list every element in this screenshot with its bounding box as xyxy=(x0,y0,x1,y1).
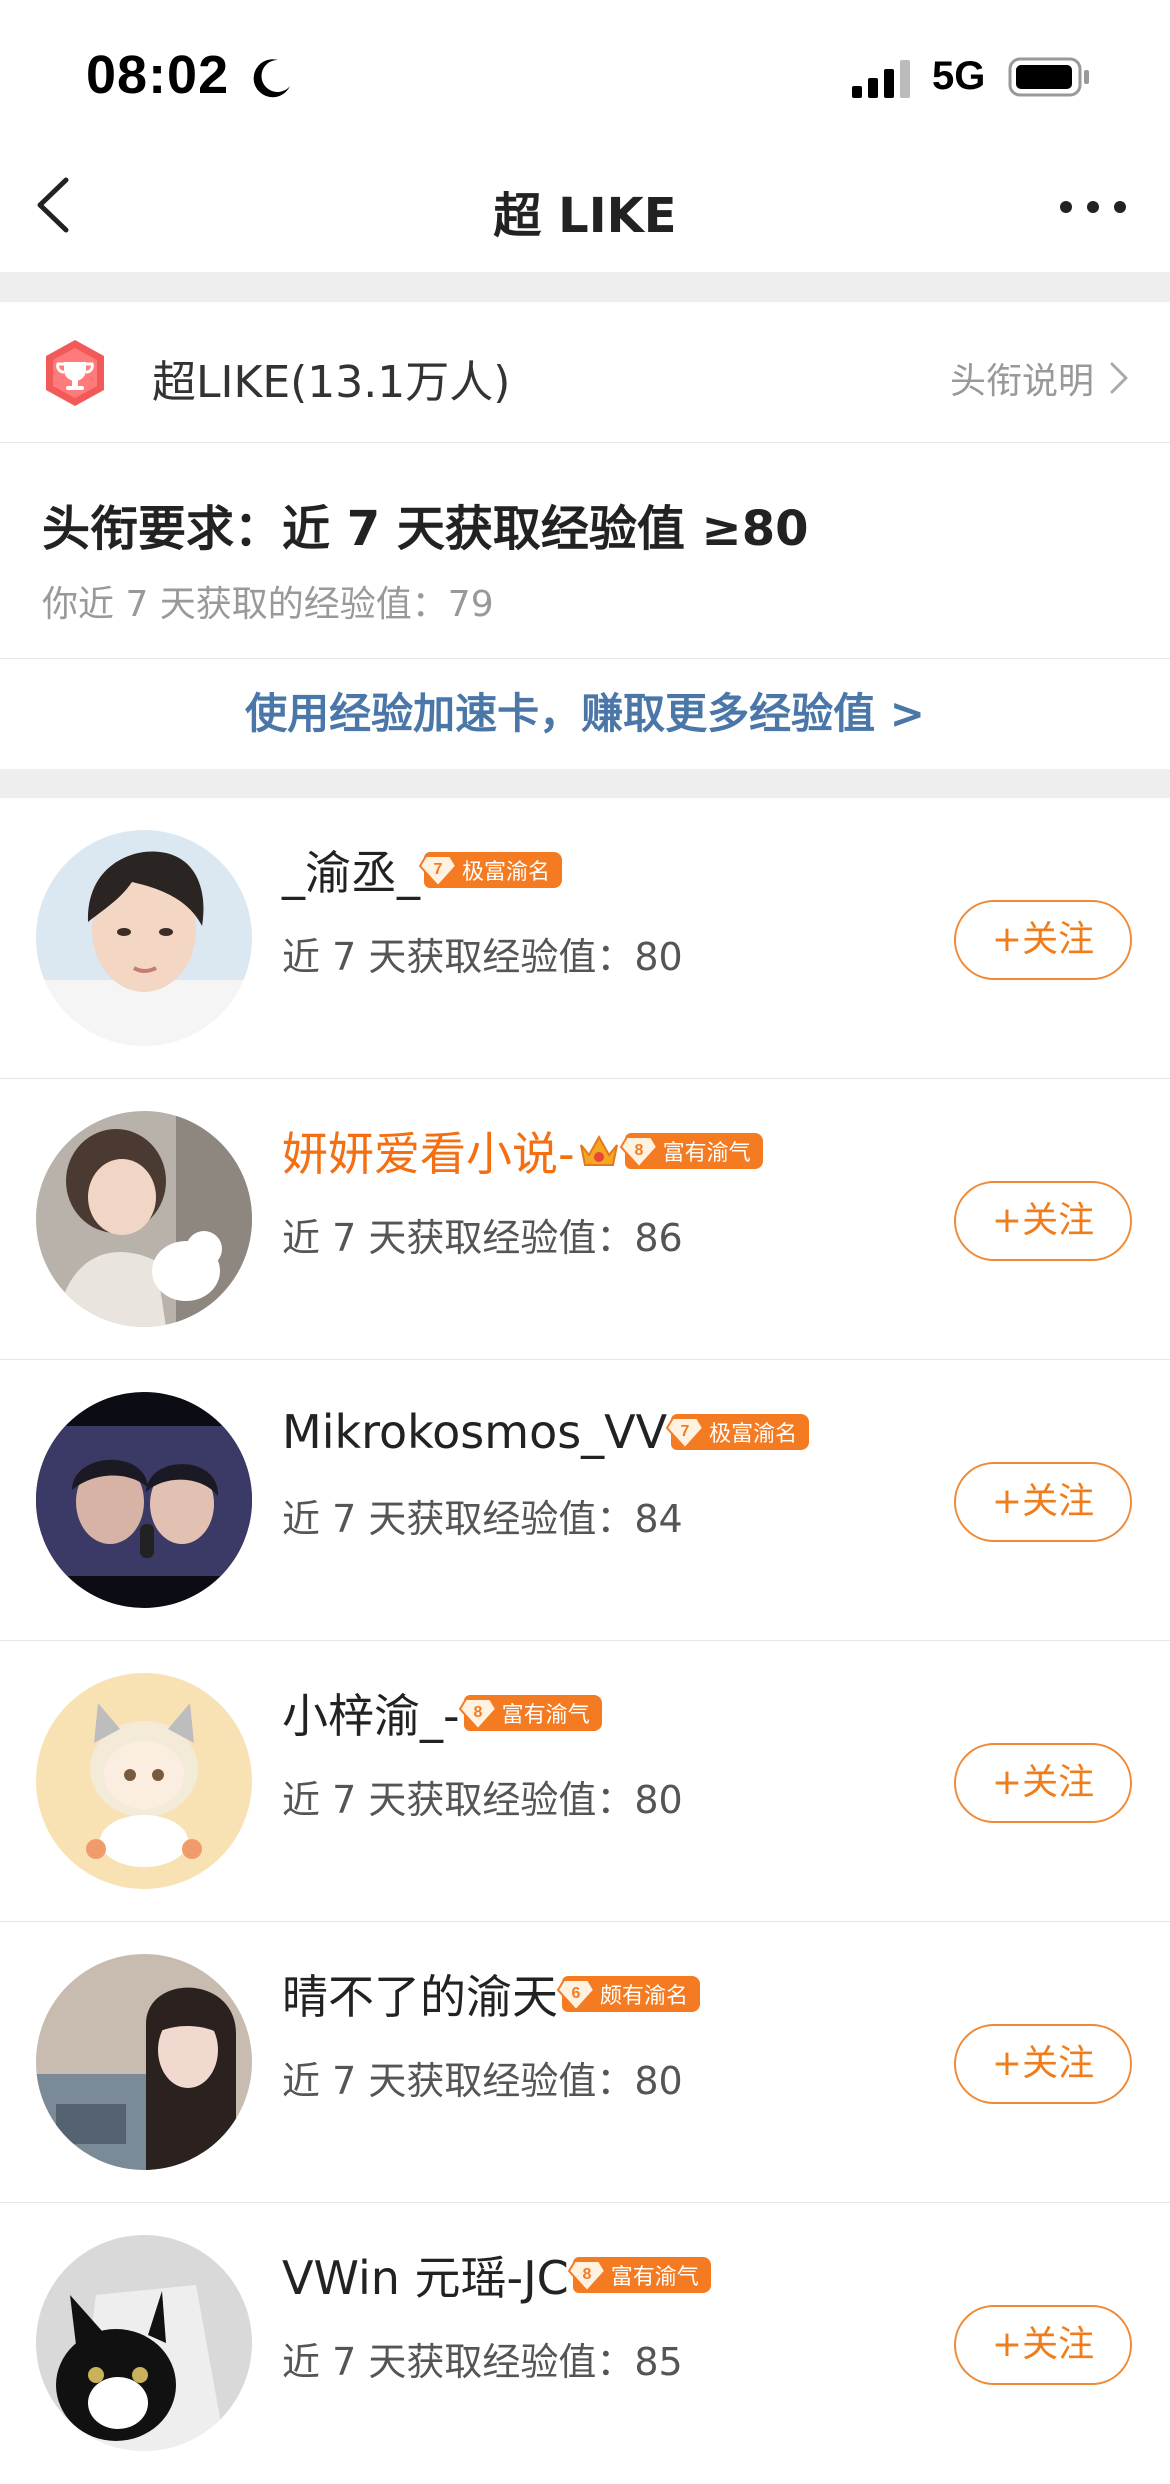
user-name-line: 晴不了的渝天 6 颇有渝名 xyxy=(282,1961,701,2027)
level-badge: 6 颇有渝名 xyxy=(556,1976,701,2012)
user-exp: 近 7 天获取经验值：80 xyxy=(282,935,683,979)
level-title: 富有渝气 xyxy=(662,1141,751,1166)
follow-button[interactable]: +关注 xyxy=(954,1462,1132,1542)
avatar[interactable] xyxy=(36,2235,252,2451)
level-gem-icon: 7 xyxy=(418,855,458,888)
user-name-line: Mikrokosmos_VV 7 极富渝名 xyxy=(282,1400,810,1464)
title-label: 超LIKE(13.1万人) xyxy=(152,357,511,408)
level-number: 6 xyxy=(572,1985,581,2002)
page-title: 超 LIKE xyxy=(493,188,677,244)
status-bar: 08:02 5G xyxy=(0,0,1170,150)
level-gem-icon: 8 xyxy=(567,2260,607,2293)
title-info-link[interactable]: 头衔说明 xyxy=(950,352,1130,404)
level-gem-icon: 8 xyxy=(619,1136,658,1169)
level-number: 8 xyxy=(634,1142,643,1159)
level-gem-icon: 8 xyxy=(458,1698,497,1731)
level-title: 极富渝名 xyxy=(462,860,551,885)
user-name[interactable]: 小梓渝_- xyxy=(282,1680,460,1746)
list-item[interactable]: 小梓渝_- 8 富有渝气 近 7 天获取经验值：80 +关注 xyxy=(0,1641,1170,1922)
list-item[interactable]: Mikrokosmos_VV 7 极富渝名 近 7 天获取经验值：84 +关注 xyxy=(0,1360,1170,1641)
level-title: 富有渝气 xyxy=(610,2265,699,2290)
user-name-line: VWin 元瑶-JC 8 富有渝气 xyxy=(282,2243,711,2307)
section-divider xyxy=(0,769,1170,798)
more-icon[interactable] xyxy=(1056,194,1130,220)
avatar[interactable] xyxy=(36,1673,252,1889)
user-exp: 近 7 天获取经验值：80 xyxy=(282,2059,683,2103)
user-name-line: _渝丞_ 7 极富渝名 xyxy=(282,837,563,903)
requirement-title: 头衔要求：近 7 天获取经验值 ≥80 xyxy=(42,501,809,557)
level-number: 8 xyxy=(582,2266,591,2283)
title-info-label: 头衔说明 xyxy=(949,361,1094,402)
level-badge: 8 富有渝气 xyxy=(567,2257,711,2293)
moon-icon xyxy=(253,59,290,98)
title-row: 超LIKE(13.1万人) 头衔说明 xyxy=(0,302,1170,443)
boost-card-link[interactable]: 使用经验加速卡，赚取更多经验值 > xyxy=(0,659,1170,769)
battery-icon xyxy=(1008,57,1089,97)
follow-button[interactable]: +关注 xyxy=(954,900,1132,980)
level-gem-icon: 6 xyxy=(556,1979,596,2012)
trophy-badge-icon xyxy=(46,340,104,406)
level-badge: 8 富有渝气 xyxy=(619,1133,763,1169)
avatar[interactable] xyxy=(36,830,252,1046)
avatar[interactable] xyxy=(36,1392,252,1608)
follow-button[interactable]: +关注 xyxy=(954,2305,1132,2385)
user-exp: 近 7 天获取经验值：86 xyxy=(282,1216,683,1260)
avatar[interactable] xyxy=(36,1111,252,1327)
avatar[interactable] xyxy=(36,1954,252,2170)
user-name[interactable]: VWin 元瑶-JC xyxy=(282,2242,569,2308)
level-title: 极富渝名 xyxy=(709,1422,798,1447)
level-badge: 8 富有渝气 xyxy=(458,1695,602,1731)
user-exp: 近 7 天获取经验值：85 xyxy=(282,2340,683,2384)
level-gem-icon: 7 xyxy=(665,1417,705,1450)
current-exp: 你近 7 天获取的经验值：79 xyxy=(42,584,494,625)
user-list: _渝丞_ 7 极富渝名 近 7 天获取经验值：80 +关注 妍妍爱看小说- 8 … xyxy=(0,798,1170,2484)
level-number: 7 xyxy=(434,861,443,878)
status-time: 08:02 xyxy=(86,45,230,105)
user-exp: 近 7 天获取经验值：84 xyxy=(282,1497,683,1541)
level-number: 8 xyxy=(473,1704,482,1721)
chevron-right-icon xyxy=(1110,362,1128,394)
signal-icon xyxy=(852,60,910,98)
list-item[interactable]: _渝丞_ 7 极富渝名 近 7 天获取经验值：80 +关注 xyxy=(0,798,1170,1079)
user-name[interactable]: 妍妍爱看小说- xyxy=(282,1118,575,1184)
user-name-line: 妍妍爱看小说- 8 富有渝气 xyxy=(282,1119,763,1183)
list-item[interactable]: 晴不了的渝天 6 颇有渝名 近 7 天获取经验值：80 +关注 xyxy=(0,1922,1170,2203)
user-name-line: 小梓渝_- 8 富有渝气 xyxy=(282,1681,602,1745)
network-label: 5G xyxy=(932,54,986,98)
list-item[interactable]: 妍妍爱看小说- 8 富有渝气 近 7 天获取经验值：86 +关注 xyxy=(0,1079,1170,1360)
user-name[interactable]: 晴不了的渝天 xyxy=(282,1961,558,2027)
list-item[interactable]: VWin 元瑶-JC 8 富有渝气 近 7 天获取经验值：85 +关注 xyxy=(0,2203,1170,2484)
level-number: 7 xyxy=(681,1423,690,1440)
nav-bar: 超 LIKE xyxy=(0,150,1170,272)
follow-button[interactable]: +关注 xyxy=(954,1743,1132,1823)
user-name[interactable]: Mikrokosmos_VV xyxy=(282,1405,667,1459)
crown-icon xyxy=(579,1134,618,1166)
section-divider xyxy=(0,272,1170,302)
level-title: 富有渝气 xyxy=(501,1703,590,1728)
follow-button[interactable]: +关注 xyxy=(954,2024,1132,2104)
follow-button[interactable]: +关注 xyxy=(954,1181,1132,1261)
level-badge: 7 极富渝名 xyxy=(665,1414,810,1450)
user-name[interactable]: _渝丞_ xyxy=(282,837,420,903)
level-badge: 7 极富渝名 xyxy=(418,852,563,888)
level-title: 颇有渝名 xyxy=(600,1984,689,2009)
requirement-section: 头衔要求：近 7 天获取经验值 ≥80 你近 7 天获取的经验值：79 xyxy=(0,443,1170,659)
user-exp: 近 7 天获取经验值：80 xyxy=(282,1778,683,1822)
